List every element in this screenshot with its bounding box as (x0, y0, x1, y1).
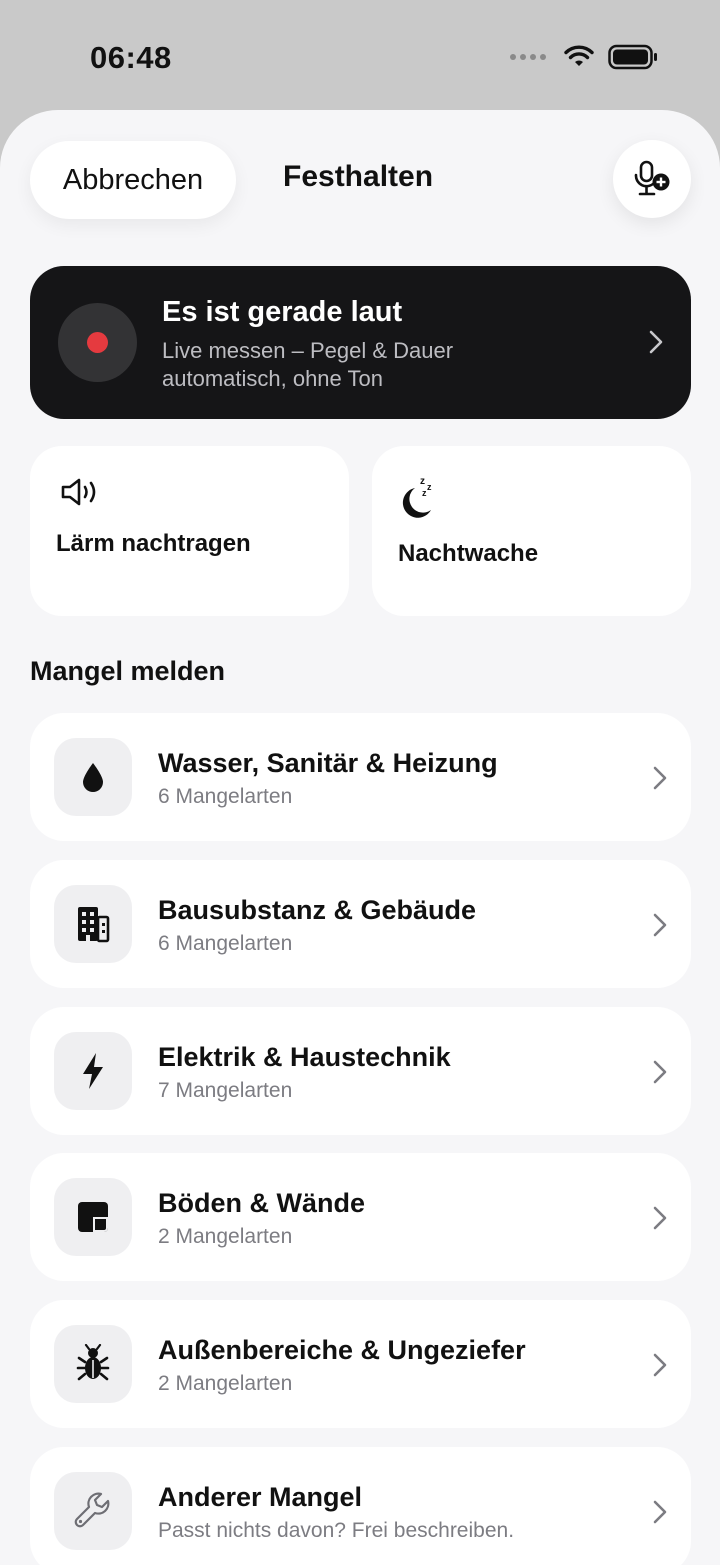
chevron-right-icon (653, 1353, 667, 1377)
status-time: 06:48 (90, 40, 172, 75)
row-icon-box (54, 1178, 132, 1256)
category-row-water[interactable]: Wasser, Sanitär & Heizung 6 Mangelarten (30, 713, 691, 841)
bug-icon (76, 1344, 110, 1381)
microphone-plus-icon (634, 160, 670, 196)
row-icon-box (54, 1032, 132, 1110)
chevron-right-icon (653, 766, 667, 790)
row-title: Bausubstanz & Gebäude (158, 895, 477, 925)
row-subtitle: 6 Mangelarten (158, 785, 293, 808)
row-subtitle: 6 Mangelarten (158, 932, 293, 955)
row-title: Elektrik & Haustechnik (158, 1042, 451, 1072)
row-subtitle: Passt nichts davon? Frei beschreiben. (158, 1519, 515, 1542)
row-icon-box (54, 1325, 132, 1403)
add-voice-memo-button[interactable] (613, 140, 691, 218)
status-icons (510, 44, 658, 70)
row-subtitle: 7 Mangelarten (158, 1079, 293, 1102)
row-icon-box (54, 1472, 132, 1550)
lightning-icon (83, 1053, 103, 1089)
night-watch-tile[interactable]: z z z Nachtwache (372, 446, 691, 616)
row-title: Böden & Wände (158, 1188, 365, 1218)
category-row-other[interactable]: Anderer Mangel Passt nichts davon? Frei … (30, 1447, 691, 1565)
row-icon-box (54, 738, 132, 816)
chevron-right-icon (653, 1060, 667, 1084)
live-measure-card[interactable]: Es ist gerade laut Live messen – Pegel &… (30, 266, 691, 419)
water-drop-icon (83, 763, 103, 792)
building-icon (78, 907, 110, 943)
category-row-outdoor-pests[interactable]: Außenbereiche & Ungeziefer 2 Mangelarten (30, 1300, 691, 1428)
row-title: Außenbereiche & Ungeziefer (158, 1335, 526, 1365)
section-title: Mangel melden (30, 656, 226, 686)
category-row-electrics[interactable]: Elektrik & Haustechnik 7 Mangelarten (30, 1007, 691, 1135)
category-row-floors-walls[interactable]: Böden & Wände 2 Mangelarten (30, 1153, 691, 1281)
svg-text:z: z (427, 482, 432, 492)
cancel-button[interactable]: Abbrechen (30, 141, 236, 219)
row-title: Wasser, Sanitär & Heizung (158, 748, 498, 778)
live-card-subtitle-line1: Live messen – Pegel & Dauer (162, 338, 454, 363)
svg-text:z: z (420, 476, 425, 487)
record-dot (87, 332, 108, 353)
moon-sleep-icon: z z z (402, 476, 432, 518)
noise-backfill-tile[interactable]: Lärm nachtragen (30, 446, 349, 616)
signal-dots-icon (510, 54, 546, 60)
speaker-icon (61, 478, 96, 506)
row-subtitle: 2 Mangelarten (158, 1372, 293, 1395)
svg-text:z: z (422, 488, 427, 498)
wrench-icon (74, 1492, 110, 1528)
category-row-building[interactable]: Bausubstanz & Gebäude 6 Mangelarten (30, 860, 691, 988)
chevron-right-icon (653, 913, 667, 937)
chevron-right-icon (653, 1206, 667, 1230)
row-subtitle: 2 Mangelarten (158, 1225, 293, 1248)
record-icon (58, 303, 137, 382)
tile-label: Lärm nachtragen (56, 530, 251, 557)
page-title: Festhalten (283, 160, 434, 193)
wall-panel-icon (78, 1202, 108, 1232)
chevron-right-icon (649, 330, 663, 354)
live-card-subtitle: Live messen – Pegel & Dauer automatisch,… (162, 337, 582, 393)
tile-label: Nachtwache (398, 540, 539, 567)
wifi-icon (564, 45, 594, 66)
live-card-subtitle-line2: automatisch, ohne Ton (162, 366, 383, 391)
live-card-title: Es ist gerade laut (162, 296, 403, 328)
row-icon-box (54, 885, 132, 963)
chevron-right-icon (653, 1500, 667, 1524)
battery-icon (608, 44, 657, 70)
status-bar: 06:48 (0, 0, 720, 115)
row-title: Anderer Mangel (158, 1482, 363, 1512)
